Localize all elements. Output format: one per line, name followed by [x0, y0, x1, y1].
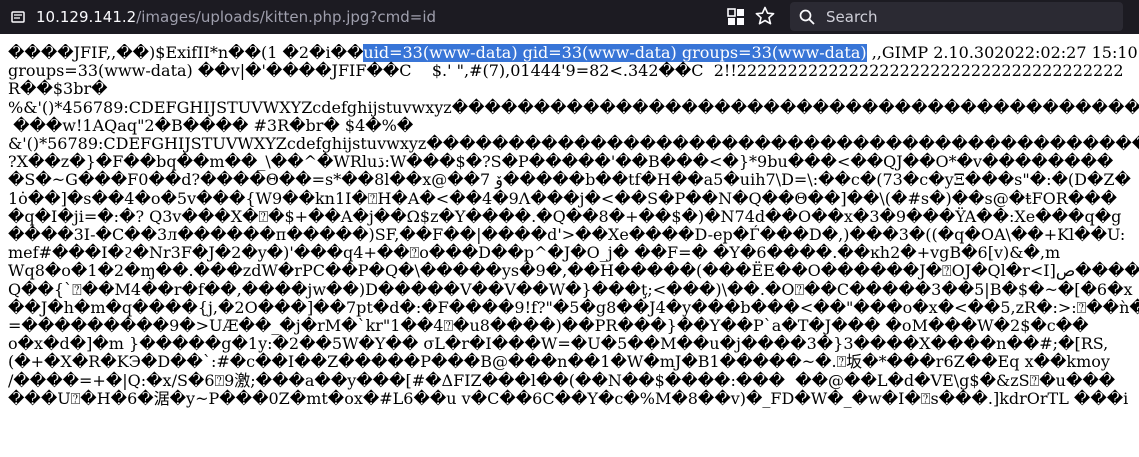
body-line: o�x�d�]�m }�����g�1y:�2��5W�Y�� σL�r�I��… [8, 334, 1109, 354]
search-box[interactable] [790, 2, 1123, 31]
body-line: mef#���I�ϩ�Nr3F�J�2�y�)'���q4+��⍰o���D��… [8, 243, 1061, 263]
body-line: %&'()*456789:CDEFGHIJSTUVWXYZcdefghijstu… [8, 97, 1139, 117]
body-line: 1ȯ��]�s��4�o�5v���{W9��kn1I�⍰H�A�<��4�9Λ… [8, 188, 1118, 208]
body-line: (�+�Χ�R�KЭ�D��`:#�c��I��Z�����P���B@���n… [8, 352, 1110, 372]
body-line: ����3I-�C��3л������п�����)SF,��F��|����d… [8, 225, 1126, 245]
body-line: ?X��z�}�F��bq��m��_\��^�WRluڌ:W���$�?S�P… [8, 152, 1114, 172]
search-input[interactable] [824, 6, 1118, 27]
search-icon [799, 9, 815, 25]
body-line: �q�I�ji=�:�? Q3v���X�⍰�$+��A�j��Ω$z�Y���… [8, 206, 1122, 226]
body-line: Q��{`⍰��M4��r�f��,����jw��)D�����V��V��W… [8, 279, 1133, 299]
body-line: /����=+�|Q:�x/S�6⍰9激;���a��y���[#�ΔFIZ��… [8, 370, 1116, 390]
bookmark-star-icon[interactable] [755, 6, 775, 26]
page-body-text: ����JFIF,,��)$ExifII*n��(1 �2�i��uid=33(… [8, 44, 1139, 457]
address-bar[interactable]: 10.129.141.2/images/uploads/kitten.php.j… [0, 2, 782, 32]
command-output-highlight: uid=33(www-data) gid=33(www-data) groups… [363, 44, 867, 62]
url-text[interactable]: 10.129.141.2/images/uploads/kitten.php.j… [36, 8, 436, 26]
reader-view-grid-icon[interactable] [727, 8, 745, 26]
body-line: =���������9�>UÆ��_�j�rM�`kr"1��4⍰�u8����… [8, 316, 1089, 336]
page-info-icon[interactable] [10, 9, 26, 25]
url-host: 10.129.141.2 [36, 8, 137, 26]
binary-suffix: ,,GIMP 2.10.302022:02:27 15:10 [866, 44, 1138, 62]
body-line: &'()*56789:CDEFGHIJSTUVWXYZcdefghijstuvw… [8, 134, 1139, 154]
binary-prefix: ����JFIF,,��)$ExifII*n��(1 �2�i�� [8, 44, 364, 62]
body-line: R��$3br� [8, 79, 108, 99]
url-path: /images/uploads/kitten.php.jpg?cmd=id [136, 8, 437, 26]
body-line: ��J�h�m�q����{j,�2O���]��7pt�d�:�F����9!… [8, 297, 1139, 317]
body-line: �S�~G���F0��d?����Θ��=s*��8l��x@��7 ۆ���… [8, 170, 1131, 190]
browser-toolbar: 10.129.141.2/images/uploads/kitten.php.j… [0, 0, 1139, 34]
body-line: Wq8�o�1�2�ɱ��.���zdW�rPC��P�Q�\�����ys�9… [8, 261, 1139, 281]
body-line: ���U⍰�H�6�涺�y~P���0Z�mt�ox�#L6��u v�C��6… [8, 388, 1129, 408]
body-line: groups=33(www-data) ��v|�'����JFIF��C $.… [8, 61, 1124, 81]
body-line: ���w!1AQaq"2�B���� #3R�br� $4�%� [8, 115, 414, 135]
